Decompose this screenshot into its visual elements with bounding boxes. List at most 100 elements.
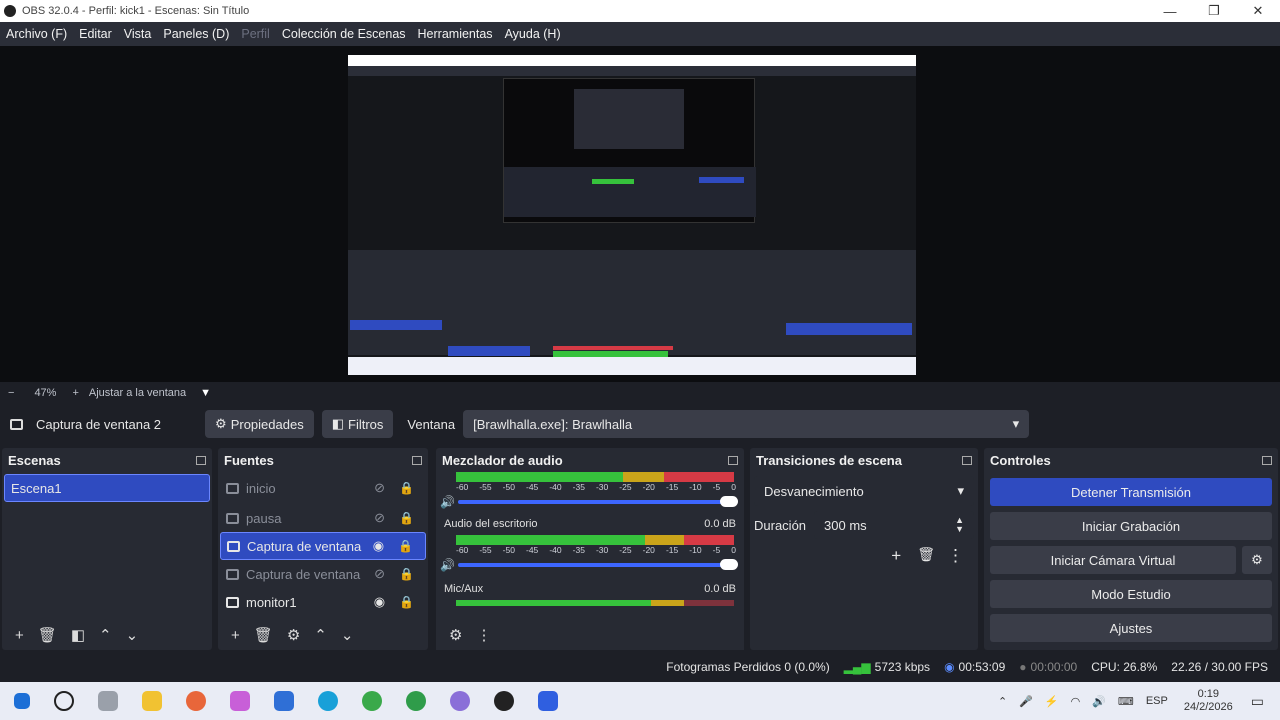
speaker-icon[interactable]: 🔊 [440, 558, 458, 572]
duration-spinbox[interactable]: 300 ms ▲ ▼ [814, 511, 974, 539]
volume-slider[interactable]: 🔊 [440, 557, 744, 573]
task-view-icon[interactable] [98, 691, 118, 711]
transition-select[interactable]: Desvanecimiento ▾ [754, 476, 974, 506]
add-icon[interactable]: + [891, 546, 901, 566]
undock-icon[interactable] [196, 455, 206, 465]
studio-mode-button[interactable]: Modo Estudio [990, 580, 1272, 608]
window-label: Ventana [407, 416, 456, 432]
menu-vista[interactable]: Vista [118, 22, 158, 46]
undock-icon[interactable] [1262, 455, 1272, 465]
gear-icon[interactable]: ⚙ [449, 626, 462, 644]
virtual-camera-settings-button[interactable]: ⚙ [1242, 546, 1272, 574]
trash-icon[interactable]: 🗑 [917, 546, 935, 566]
filters-button[interactable]: ◧ Filtros [321, 410, 394, 438]
file-explorer-icon[interactable] [142, 691, 162, 711]
menu-perfil[interactable]: Perfil [235, 22, 275, 46]
obs-icon[interactable] [494, 691, 514, 711]
search-icon[interactable] [54, 691, 74, 711]
menu-ayuda[interactable]: Ayuda (H) [499, 22, 567, 46]
eye-hidden-icon[interactable]: ⊘ [374, 510, 385, 526]
copilot-icon[interactable] [230, 691, 250, 711]
volume-slider[interactable]: 🔊 [440, 494, 744, 510]
trash-icon[interactable]: 🗑 [254, 626, 273, 644]
source-item[interactable]: inicio ⊘ 🔒 [220, 474, 426, 502]
chevron-up-icon[interactable]: ⌃ [998, 695, 1007, 708]
menu-coleccion[interactable]: Colección de Escenas [276, 22, 412, 46]
lock-icon[interactable]: 🔒 [399, 595, 414, 609]
menu-archivo[interactable]: Archivo (F) [0, 22, 73, 46]
clock[interactable]: 0:19 24/2/2026 [1184, 688, 1233, 714]
preview-area[interactable] [0, 46, 1280, 382]
outlook-icon[interactable] [274, 691, 294, 711]
mic-icon[interactable]: 🎤 [1019, 695, 1033, 708]
network-icon[interactable]: ⚡ [1045, 695, 1059, 708]
lock-icon[interactable]: 🔒 [399, 567, 414, 581]
add-icon[interactable]: + [231, 627, 240, 644]
notification-icon[interactable]: ▭ [1251, 693, 1264, 710]
start-icon[interactable] [14, 693, 30, 709]
close-button[interactable]: ✕ [1236, 0, 1280, 22]
app-icon[interactable] [538, 691, 558, 711]
zoom-dropdown-icon[interactable]: ▼ [200, 387, 211, 399]
slider-knob[interactable] [720, 559, 738, 570]
menu-editar[interactable]: Editar [73, 22, 118, 46]
add-icon[interactable]: + [15, 627, 24, 644]
zoom-out-button[interactable]: − [8, 387, 14, 399]
preview-mini-taskbar [348, 357, 916, 375]
start-virtual-camera-button[interactable]: Iniciar Cámara Virtual [990, 546, 1236, 574]
lock-icon[interactable]: 🔒 [398, 539, 413, 553]
eye-hidden-icon[interactable]: ⊘ [374, 480, 385, 496]
filter-icon[interactable]: ◧ [71, 626, 85, 644]
stop-streaming-button[interactable]: Detener Transmisión [990, 478, 1272, 506]
lock-icon[interactable]: 🔒 [399, 481, 414, 495]
properties-button[interactable]: ⚙ Propiedades [205, 410, 314, 438]
gear-icon[interactable]: ⚙ [287, 626, 300, 644]
speaker-icon[interactable]: 🔊 [440, 495, 458, 509]
tick-label: -10 [689, 482, 702, 492]
fps: 22.26 / 30.00 FPS [1171, 660, 1268, 674]
source-item[interactable]: monitor1 ◉ 🔒 [220, 588, 426, 616]
tick-label: -30 [595, 545, 609, 555]
source-item[interactable]: Captura de ventana ◉ 🔒 [220, 532, 426, 560]
undock-icon[interactable] [962, 455, 972, 465]
start-recording-button[interactable]: Iniciar Grabación [990, 512, 1272, 540]
eye-icon[interactable]: ◉ [374, 594, 385, 610]
undock-icon[interactable] [728, 455, 738, 465]
spin-arrows-icon[interactable]: ▲ ▼ [955, 516, 964, 534]
chrome-profile-icon[interactable] [406, 691, 426, 711]
chevron-down-icon[interactable]: ⌄ [341, 626, 354, 644]
preview-canvas[interactable] [348, 55, 916, 375]
chevron-down-icon[interactable]: ⌄ [126, 626, 139, 644]
keyboard-icon[interactable]: ⌨ [1118, 695, 1134, 708]
maximize-button[interactable]: ❐ [1192, 0, 1236, 22]
chevron-up-icon[interactable]: ⌃ [314, 626, 327, 644]
settings-button[interactable]: Ajustes [990, 614, 1272, 642]
language-indicator[interactable]: ESP [1146, 695, 1168, 707]
source-item[interactable]: pausa ⊘ 🔒 [220, 504, 426, 532]
source-item[interactable]: Captura de ventana ⊘ 🔒 [220, 560, 426, 588]
more-icon[interactable]: ⋮ [476, 626, 491, 644]
chrome-icon[interactable] [362, 691, 382, 711]
volume-icon[interactable]: 🔊 [1092, 695, 1106, 708]
menu-paneles[interactable]: Paneles (D) [157, 22, 235, 46]
slider-knob[interactable] [720, 496, 738, 507]
undock-icon[interactable] [412, 455, 422, 465]
chevron-up-icon[interactable]: ⌃ [99, 626, 112, 644]
trash-icon[interactable]: 🗑 [38, 626, 57, 644]
wifi-icon[interactable]: ◠ [1071, 695, 1081, 708]
minimize-button[interactable]: — [1148, 0, 1192, 22]
discord-icon[interactable] [450, 691, 470, 711]
more-icon[interactable]: ⋮ [947, 546, 964, 566]
eye-icon[interactable]: ◉ [373, 538, 384, 554]
window-capture-icon [227, 540, 240, 552]
zoom-in-button[interactable]: + [72, 387, 78, 399]
zoom-fit-label[interactable]: Ajustar a la ventana [89, 387, 186, 399]
scene-item[interactable]: Escena1 [4, 474, 210, 502]
edge-icon[interactable] [318, 691, 338, 711]
menu-herramientas[interactable]: Herramientas [412, 22, 499, 46]
image-icon [226, 512, 239, 524]
window-select[interactable]: [Brawlhalla.exe]: Brawlhalla ▾ [463, 410, 1030, 438]
eye-hidden-icon[interactable]: ⊘ [374, 566, 385, 582]
lock-icon[interactable]: 🔒 [399, 511, 414, 525]
firefox-icon[interactable] [186, 691, 206, 711]
